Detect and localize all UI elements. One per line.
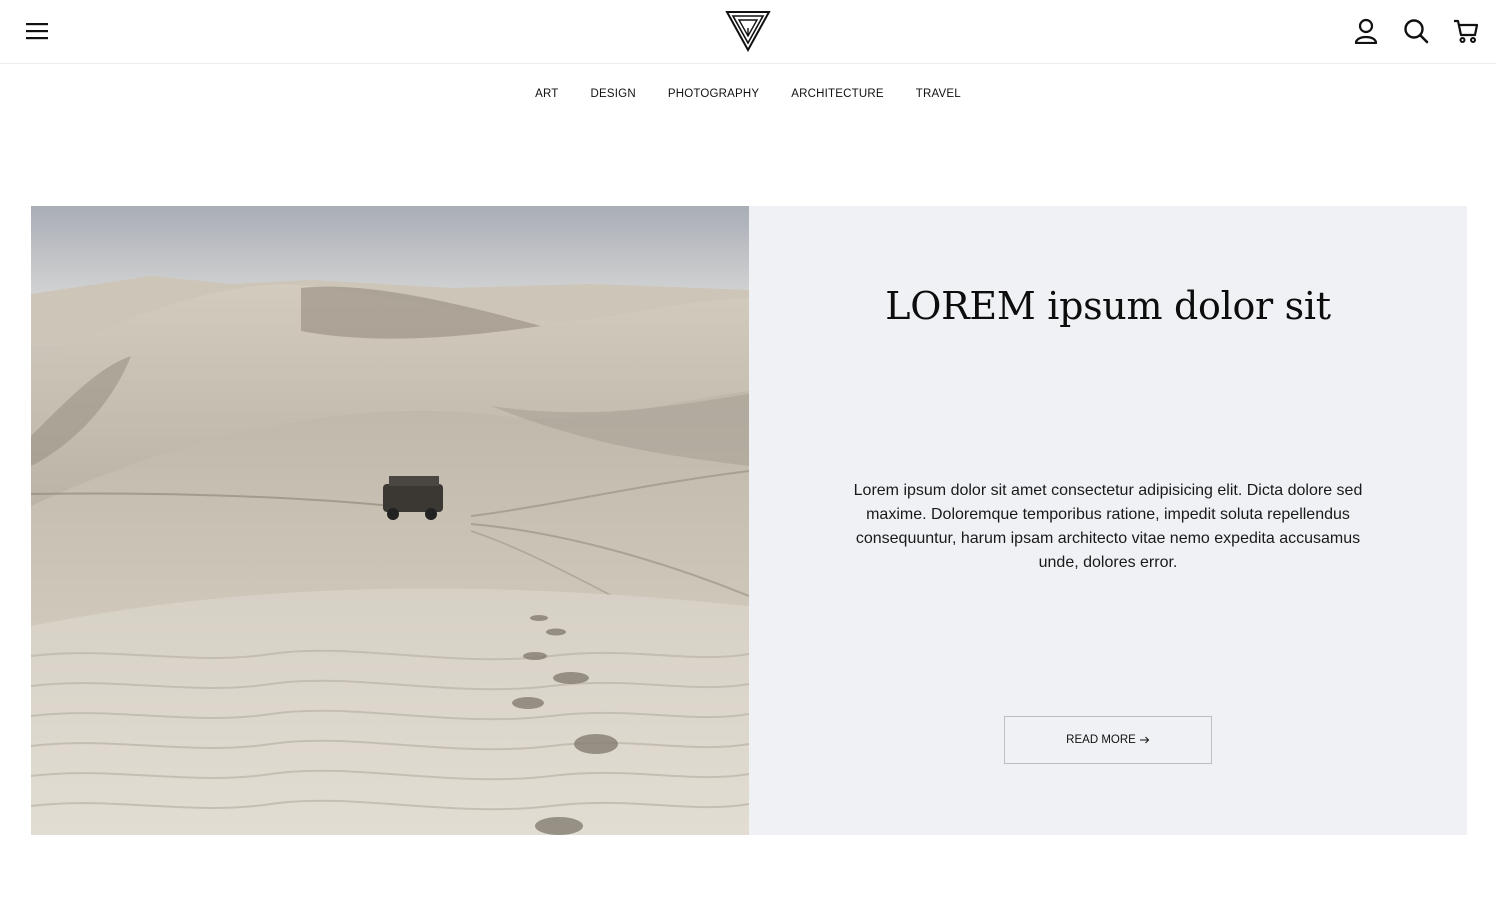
nav-item-design[interactable]: DESIGN bbox=[591, 88, 636, 102]
read-more-button[interactable]: READ MORE bbox=[1004, 716, 1212, 764]
cart-icon bbox=[1454, 19, 1479, 43]
site-logo[interactable] bbox=[724, 8, 772, 54]
hero-content-panel: LOREM ipsum dolor sit Lorem ipsum dolor … bbox=[749, 206, 1467, 835]
hero-image bbox=[31, 206, 749, 835]
triangle-logo-icon bbox=[725, 11, 771, 52]
nav-item-architecture[interactable]: ARCHITECTURE bbox=[791, 88, 884, 102]
hero-title: LOREM ipsum dolor sit bbox=[885, 284, 1331, 328]
menu-button[interactable] bbox=[20, 14, 54, 48]
desert-dunes-photo bbox=[31, 206, 749, 835]
user-icon bbox=[1354, 18, 1378, 44]
read-more-label: READ MORE bbox=[1066, 734, 1136, 746]
site-header bbox=[0, 0, 1496, 64]
nav-item-art[interactable]: ART bbox=[535, 88, 558, 102]
hero-section: LOREM ipsum dolor sit Lorem ipsum dolor … bbox=[31, 206, 1467, 835]
nav-item-travel[interactable]: TRAVEL bbox=[916, 88, 961, 102]
search-icon bbox=[1404, 19, 1429, 44]
cart-button[interactable] bbox=[1448, 13, 1484, 49]
nav-item-photography[interactable]: PHOTOGRAPHY bbox=[668, 88, 759, 102]
hero-description: Lorem ipsum dolor sit amet consectetur a… bbox=[853, 482, 1363, 571]
category-nav: ART DESIGN PHOTOGRAPHY ARCHITECTURE TRAV… bbox=[0, 64, 1496, 126]
search-button[interactable] bbox=[1398, 13, 1434, 49]
hamburger-menu-icon bbox=[26, 23, 48, 40]
account-button[interactable] bbox=[1348, 13, 1384, 49]
header-actions bbox=[1348, 13, 1484, 49]
arrow-right-icon bbox=[1139, 736, 1150, 744]
